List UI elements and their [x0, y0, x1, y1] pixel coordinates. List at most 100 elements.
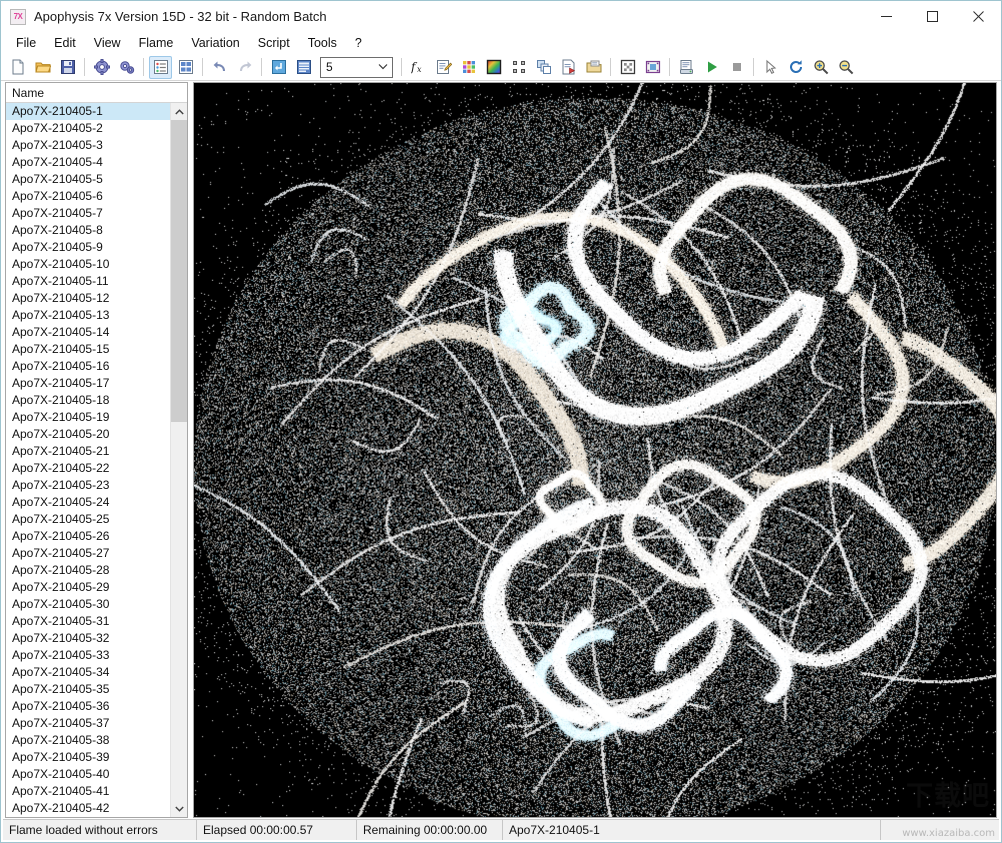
flame-list-item[interactable]: Apo7X-210405-40: [6, 766, 170, 783]
reset-location-button[interactable]: [267, 56, 290, 79]
flame-list-item[interactable]: Apo7X-210405-24: [6, 494, 170, 511]
flame-list-item[interactable]: Apo7X-210405-18: [6, 392, 170, 409]
close-button[interactable]: [955, 1, 1001, 32]
menu-file[interactable]: File: [7, 34, 45, 52]
flame-list-item[interactable]: Apo7X-210405-15: [6, 341, 170, 358]
zoom-in-button[interactable]: [809, 56, 832, 79]
flame-list-item[interactable]: Apo7X-210405-14: [6, 324, 170, 341]
flame-list-item[interactable]: Apo7X-210405-27: [6, 545, 170, 562]
minimize-button[interactable]: [863, 1, 909, 32]
menu-view[interactable]: View: [85, 34, 130, 52]
flame-list-item[interactable]: Apo7X-210405-20: [6, 426, 170, 443]
flame-list-item[interactable]: Apo7X-210405-30: [6, 596, 170, 613]
cursor-arrow-button[interactable]: [759, 56, 782, 79]
chevron-down-icon[interactable]: [374, 62, 392, 72]
flame-list-item[interactable]: Apo7X-210405-25: [6, 511, 170, 528]
flame-list-item[interactable]: Apo7X-210405-37: [6, 715, 170, 732]
fx-function-button[interactable]: fx: [407, 56, 430, 79]
flame-list-item[interactable]: Apo7X-210405-26: [6, 528, 170, 545]
status-remaining: Remaining 00:00:00.00: [357, 820, 503, 840]
color-swatches-button[interactable]: [457, 56, 480, 79]
status-current-flame: Apo7X-210405-1: [503, 820, 881, 840]
flame-list-header: Name: [6, 83, 187, 103]
open-button[interactable]: [31, 56, 54, 79]
menu-script[interactable]: Script: [249, 34, 299, 52]
flame-list-item[interactable]: Apo7X-210405-10: [6, 256, 170, 273]
scroll-down-arrow-icon[interactable]: [171, 800, 187, 817]
menu-flame[interactable]: Flame: [130, 34, 183, 52]
redo-button[interactable]: [233, 56, 256, 79]
quality-combo[interactable]: 5: [320, 56, 393, 78]
flame-list-item[interactable]: Apo7X-210405-36: [6, 698, 170, 715]
flame-list-item[interactable]: Apo7X-210405-35: [6, 681, 170, 698]
flame-list-item[interactable]: Apo7X-210405-16: [6, 358, 170, 375]
flame-list-item[interactable]: Apo7X-210405-38: [6, 732, 170, 749]
app-7x-icon: 7X: [10, 8, 26, 25]
flame-list-item[interactable]: Apo7X-210405-7: [6, 205, 170, 222]
advanced-options-button[interactable]: [115, 56, 138, 79]
new-flame-button[interactable]: [6, 56, 29, 79]
flame-list-item[interactable]: Apo7X-210405-8: [6, 222, 170, 239]
flame-list-item[interactable]: Apo7X-210405-3: [6, 137, 170, 154]
flame-list-item[interactable]: Apo7X-210405-12: [6, 290, 170, 307]
menu-tools[interactable]: Tools: [299, 34, 346, 52]
flame-list-item[interactable]: Apo7X-210405-22: [6, 460, 170, 477]
column-header-name[interactable]: Name: [6, 86, 44, 100]
layers-button[interactable]: [532, 56, 555, 79]
flame-list-item[interactable]: Apo7X-210405-31: [6, 613, 170, 630]
batch-render-button[interactable]: [675, 56, 698, 79]
save-button[interactable]: [56, 56, 79, 79]
flame-editor-button[interactable]: [432, 56, 455, 79]
undo-button[interactable]: [208, 56, 231, 79]
flame-list-item[interactable]: Apo7X-210405-28: [6, 562, 170, 579]
flame-list-item[interactable]: Apo7X-210405-4: [6, 154, 170, 171]
flame-list-item[interactable]: Apo7X-210405-5: [6, 171, 170, 188]
flame-list-item[interactable]: Apo7X-210405-33: [6, 647, 170, 664]
flame-list-item[interactable]: Apo7X-210405-41: [6, 783, 170, 800]
toolbar-separator-7: [669, 58, 670, 76]
flame-list-item[interactable]: Apo7X-210405-32: [6, 630, 170, 647]
menu-edit[interactable]: Edit: [45, 34, 85, 52]
flame-list-item[interactable]: Apo7X-210405-11: [6, 273, 170, 290]
menu-help[interactable]: ?: [346, 34, 371, 52]
flame-list-item[interactable]: Apo7X-210405-42: [6, 800, 170, 817]
flame-list-item[interactable]: Apo7X-210405-39: [6, 749, 170, 766]
zoom-out-button[interactable]: [834, 56, 857, 79]
flame-list-item[interactable]: Apo7X-210405-23: [6, 477, 170, 494]
gradient-button[interactable]: [482, 56, 505, 79]
play-button[interactable]: [700, 56, 723, 79]
export-flame-button[interactable]: [582, 56, 605, 79]
scrollbar-thumb[interactable]: [171, 120, 187, 422]
mutation-grid-button[interactable]: [507, 56, 530, 79]
flame-list-item[interactable]: Apo7X-210405-13: [6, 307, 170, 324]
flame-list-item[interactable]: Apo7X-210405-9: [6, 239, 170, 256]
maximize-button[interactable]: [909, 1, 955, 32]
flame-preview-panel[interactable]: 下载吧: [193, 82, 997, 818]
scroll-up-arrow-icon[interactable]: [171, 103, 187, 120]
flame-list-view-button[interactable]: [149, 55, 172, 79]
options-button[interactable]: [90, 56, 113, 79]
flame-list-item[interactable]: Apo7X-210405-1: [6, 103, 170, 120]
scrollbar-track[interactable]: [171, 120, 187, 800]
render-to-disk-button[interactable]: [557, 56, 580, 79]
filmstrip-button[interactable]: [641, 56, 664, 79]
flame-list-item[interactable]: Apo7X-210405-21: [6, 443, 170, 460]
flame-list-item[interactable]: Apo7X-210405-17: [6, 375, 170, 392]
flame-list-scrollbar[interactable]: [170, 103, 187, 817]
flame-list-item[interactable]: Apo7X-210405-19: [6, 409, 170, 426]
flame-list-item[interactable]: Apo7X-210405-34: [6, 664, 170, 681]
flame-list-item[interactable]: Apo7X-210405-2: [6, 120, 170, 137]
flame-list-item[interactable]: Apo7X-210405-29: [6, 579, 170, 596]
show-alpha-button[interactable]: [292, 56, 315, 79]
window-controls: [863, 1, 1001, 32]
thumbnail-view-button[interactable]: [174, 56, 197, 79]
flame-list-item[interactable]: Apo7X-210405-6: [6, 188, 170, 205]
status-bar: Flame loaded without errors Elapsed 00:0…: [3, 819, 999, 840]
toolbar-separator-6: [610, 58, 611, 76]
menu-variation[interactable]: Variation: [182, 34, 248, 52]
checker-preview-button[interactable]: [616, 56, 639, 79]
window-title: Apophysis 7x Version 15D - 32 bit - Rand…: [34, 9, 327, 24]
rotate-refresh-button[interactable]: [784, 56, 807, 79]
flame-list-items[interactable]: Apo7X-210405-1 Apo7X-210405-2 Apo7X-210405…: [6, 103, 170, 817]
stop-button[interactable]: [725, 56, 748, 79]
